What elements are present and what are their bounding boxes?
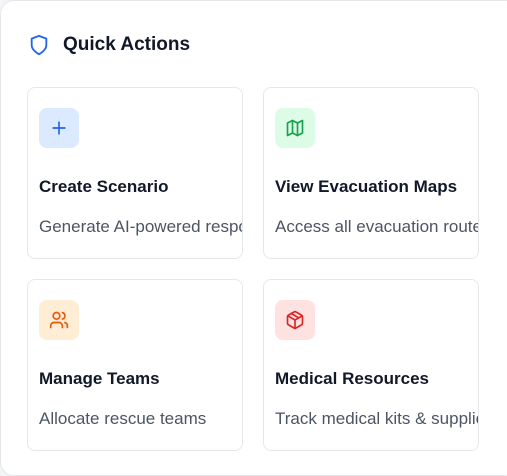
view-evacuation-maps-badge xyxy=(275,108,315,148)
users-icon xyxy=(49,311,69,329)
quick-actions-panel: Quick Actions Create Scenario Generate A… xyxy=(0,0,507,476)
card-title: View Evacuation Maps xyxy=(275,177,458,196)
package-icon xyxy=(286,310,304,330)
card-description: Access all evacuation routes xyxy=(275,217,479,236)
panel-header: Quick Actions xyxy=(28,33,190,57)
card-title: Medical Resources xyxy=(275,369,430,388)
manage-teams-badge xyxy=(39,300,79,340)
medical-resources-badge xyxy=(275,300,315,340)
card-description: Track medical kits & supplies xyxy=(275,409,479,428)
panel-title: Quick Actions xyxy=(63,34,191,55)
card-description: Generate AI-powered response plans xyxy=(39,217,242,236)
manage-teams-card[interactable]: Manage Teams Allocate rescue teams xyxy=(27,279,243,451)
card-title: Manage Teams xyxy=(39,369,160,388)
shield-icon xyxy=(30,34,48,56)
medical-resources-card[interactable]: Medical Resources Track medical kits & s… xyxy=(263,279,479,451)
plus-icon xyxy=(52,121,66,135)
view-evacuation-maps-card[interactable]: View Evacuation Maps Access all evacuati… xyxy=(263,87,479,259)
create-scenario-badge xyxy=(39,108,79,148)
card-title: Create Scenario xyxy=(39,177,169,196)
map-icon xyxy=(286,119,304,137)
create-scenario-card[interactable]: Create Scenario Generate AI-powered resp… xyxy=(27,87,243,259)
card-description: Allocate rescue teams xyxy=(39,409,207,428)
